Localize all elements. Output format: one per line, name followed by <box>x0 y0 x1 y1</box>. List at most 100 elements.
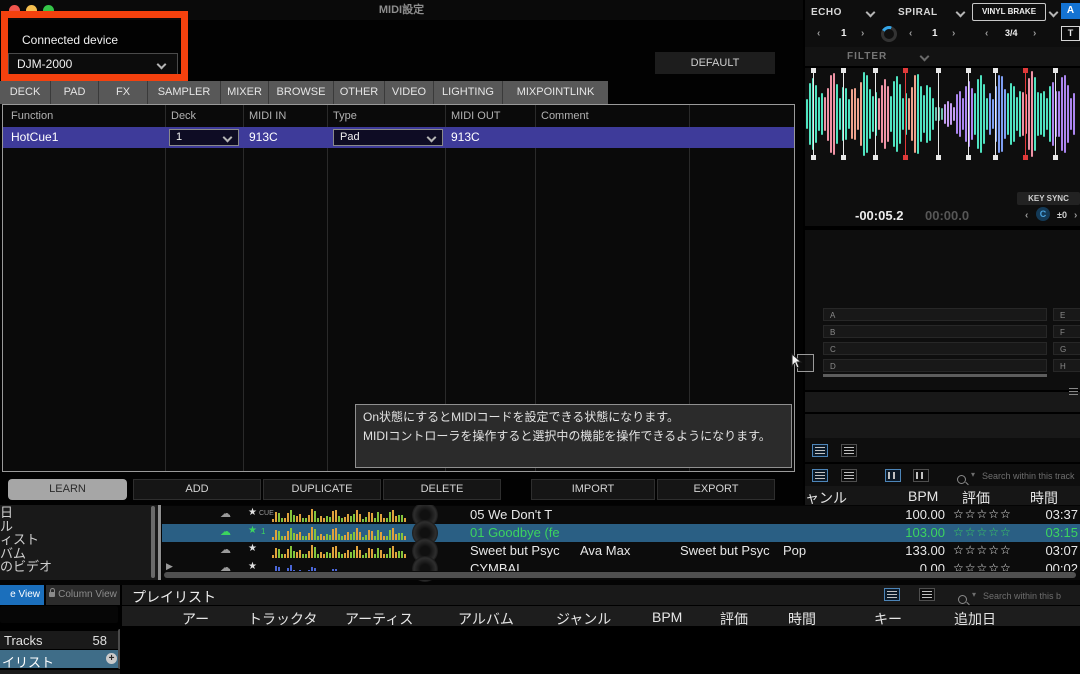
chevron-down-icon[interactable] <box>866 8 876 18</box>
tab-lighting[interactable]: LIGHTING <box>433 81 502 104</box>
track-row[interactable]: ☁ ★ CUE 05 We Don't T 100.00 ☆☆☆☆☆ 03:37 <box>162 506 1080 524</box>
hotcue-f[interactable]: F <box>1053 325 1080 338</box>
cue-marker[interactable] <box>875 72 876 156</box>
fx-slot3[interactable]: VINYL BRAKE <box>972 3 1046 21</box>
th-type[interactable]: Type <box>333 110 357 122</box>
hotcue-h[interactable]: H <box>1053 359 1080 372</box>
beat-left-arrow[interactable]: ‹ <box>985 28 988 39</box>
th-function[interactable]: Function <box>11 110 53 122</box>
sidebar-search-field[interactable] <box>0 606 118 623</box>
cue-marker[interactable] <box>938 72 939 156</box>
cue-marker[interactable] <box>968 72 969 156</box>
col-header[interactable]: トラックタ <box>248 609 317 629</box>
add-button[interactable]: ADD <box>133 479 261 500</box>
beat-left-arrow[interactable]: ‹ <box>909 28 912 39</box>
deck-select[interactable]: 1 <box>169 129 239 146</box>
tab-mixer[interactable]: MIXER <box>220 81 268 104</box>
detail-view-icon[interactable] <box>841 444 857 457</box>
sidebar-item[interactable]: 日 <box>0 506 158 520</box>
detail-view-icon[interactable] <box>841 469 857 482</box>
sidebar-item[interactable]: バム <box>0 547 158 561</box>
fx-assign-a-button[interactable]: A <box>1061 3 1080 19</box>
tab-browse[interactable]: BROWSE <box>268 81 333 104</box>
beat-right-arrow[interactable]: › <box>1033 28 1036 39</box>
sidebar-item[interactable]: ィスト <box>0 533 158 547</box>
list-view-icon[interactable] <box>884 588 900 601</box>
hot-cue-marker[interactable] <box>1025 72 1026 156</box>
chevron-down-icon[interactable] <box>1049 8 1059 18</box>
columns-view-icon[interactable] <box>885 469 901 482</box>
tap-button[interactable]: T <box>1061 26 1080 41</box>
col-header[interactable]: 評価 <box>720 609 748 629</box>
tab-other[interactable]: OTHER <box>333 81 384 104</box>
hotcue-a[interactable]: A <box>823 308 1047 321</box>
type-select[interactable]: Pad <box>333 129 443 146</box>
hotcue-b[interactable]: B <box>823 325 1047 338</box>
sidebar-item[interactable]: のビデオ <box>0 560 158 574</box>
grid-icon[interactable] <box>1069 388 1078 396</box>
fx-knob[interactable] <box>881 26 897 42</box>
key-right-arrow[interactable]: › <box>1074 210 1077 221</box>
mapping-row-selected[interactable]: HotCue1 1 913C Pad 913C <box>3 127 794 148</box>
cue-marker[interactable] <box>1055 72 1056 156</box>
beat-left-arrow[interactable]: ‹ <box>817 28 820 39</box>
hotcue-g[interactable]: G <box>1053 342 1080 355</box>
track-search-input[interactable]: Search within this track <box>982 471 1078 481</box>
cue-marker[interactable] <box>995 72 996 156</box>
tab-video[interactable]: VIDEO <box>384 81 433 104</box>
beat-right-arrow[interactable]: › <box>952 28 955 39</box>
col-header[interactable]: キー <box>874 609 902 629</box>
track-rating[interactable]: ☆☆☆☆☆ <box>953 525 1012 539</box>
preview-waveform[interactable] <box>272 544 407 558</box>
col-header[interactable]: ジャンル <box>556 609 611 629</box>
chevron-down-icon[interactable] <box>920 52 930 62</box>
duplicate-button[interactable]: DUPLICATE <box>263 479 381 500</box>
list-view-icon[interactable] <box>812 469 828 482</box>
import-button[interactable]: IMPORT <box>531 479 655 500</box>
track-row-selected[interactable]: ☁ ★ 1 01 Goodbye (fe 103.00 ☆☆☆☆☆ 03:15 <box>162 524 1080 542</box>
delete-button[interactable]: DELETE <box>383 479 501 500</box>
th-midi-in[interactable]: MIDI IN <box>249 110 286 122</box>
filter-label[interactable]: FILTER <box>847 51 887 62</box>
search-icon[interactable] <box>958 595 967 604</box>
split-view-icon[interactable] <box>913 469 929 482</box>
preview-waveform[interactable] <box>272 526 407 540</box>
track-waveform[interactable] <box>806 70 1079 158</box>
col-header[interactable]: アーティス <box>345 609 413 629</box>
search-dropdown-icon[interactable]: ▾ <box>971 470 975 479</box>
hscrollbar-thumb[interactable] <box>164 572 1076 578</box>
sidebar-scrollbar[interactable] <box>151 506 155 578</box>
tab-pad[interactable]: PAD <box>50 81 98 104</box>
hscrollbar-track[interactable] <box>162 571 1080 580</box>
th-midi-out[interactable]: MIDI OUT <box>451 110 501 122</box>
tab-fx[interactable]: FX <box>98 81 147 104</box>
col-header[interactable]: 追加日 <box>954 609 996 629</box>
export-button[interactable]: EXPORT <box>657 479 775 500</box>
fx-slot2[interactable]: SPIRAL <box>898 7 938 18</box>
sidebar-item[interactable]: ル <box>0 520 158 534</box>
pane-divider[interactable] <box>158 505 161 580</box>
th-comment[interactable]: Comment <box>541 110 589 122</box>
header-bpm[interactable]: BPM <box>908 488 938 504</box>
cue-marker[interactable] <box>813 72 814 156</box>
col-header[interactable]: アルバム <box>458 609 514 629</box>
list-view-icon[interactable] <box>812 444 828 457</box>
col-header[interactable]: アー <box>182 609 209 629</box>
detail-view-icon[interactable] <box>919 588 935 601</box>
cuebank-scrollbar[interactable] <box>823 374 1047 377</box>
default-button[interactable]: DEFAULT <box>655 52 775 74</box>
th-deck[interactable]: Deck <box>171 110 196 122</box>
fx-slot1[interactable]: ECHO <box>811 7 842 18</box>
hotcue-d[interactable]: D <box>823 359 1047 372</box>
tab-sampler[interactable]: SAMPLER <box>147 81 220 104</box>
hotcue-e[interactable]: E <box>1053 308 1080 321</box>
search-dropdown-icon[interactable]: ▾ <box>972 590 976 599</box>
chevron-down-icon[interactable] <box>956 8 966 18</box>
search-icon[interactable] <box>957 475 966 484</box>
cue-marker[interactable] <box>843 72 844 156</box>
tab-column-view[interactable]: Column View <box>46 585 120 605</box>
track-rating[interactable]: ☆☆☆☆☆ <box>953 543 1012 557</box>
beat-right-arrow[interactable]: › <box>861 28 864 39</box>
tab-deck[interactable]: DECK <box>0 81 50 104</box>
sidebar-playlist-item[interactable]: イリスト <box>0 650 122 668</box>
